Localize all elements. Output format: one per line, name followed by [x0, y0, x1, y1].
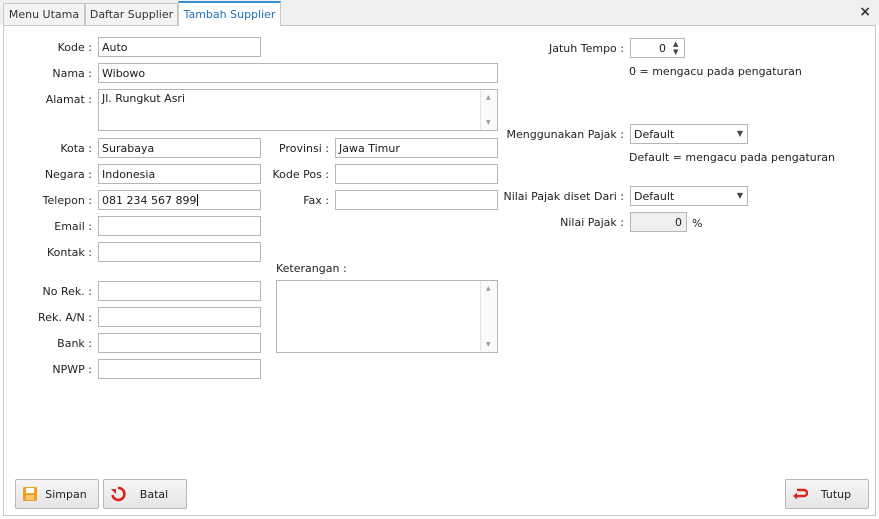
- nilai-pajak-value: 0: [675, 216, 682, 229]
- alamat-label: Alamat :: [45, 93, 92, 106]
- nilai-pajak-diset-dari-select[interactable]: Default ▼: [630, 186, 748, 206]
- spin-down-icon[interactable]: ▼: [673, 48, 678, 56]
- simpan-label: Simpan: [45, 487, 87, 501]
- kota-input[interactable]: Surabaya: [98, 138, 261, 158]
- kode-input[interactable]: Auto: [98, 37, 261, 57]
- nilai-pajak-diset-dari-value: Default: [634, 190, 675, 203]
- tab-menu-utama[interactable]: Menu Utama: [3, 3, 85, 25]
- simpan-button[interactable]: Simpan: [15, 479, 99, 509]
- no-rek-label: No Rek. :: [42, 285, 92, 298]
- nilai-pajak-input[interactable]: 0: [630, 212, 687, 232]
- nilai-pajak-diset-dari-label: Nilai Pajak diset Dari :: [503, 190, 624, 203]
- batal-button[interactable]: Batal: [103, 479, 187, 509]
- spinner-buttons[interactable]: ▲ ▼: [670, 39, 684, 57]
- no-rek-input[interactable]: [98, 281, 261, 301]
- keterangan-label: Keterangan :: [276, 262, 347, 275]
- kode-pos-input[interactable]: [335, 164, 498, 184]
- bank-input[interactable]: [98, 333, 261, 353]
- kode-label: Kode :: [57, 41, 92, 54]
- tutup-label: Tutup: [820, 487, 852, 501]
- bank-label: Bank :: [57, 337, 92, 350]
- keterangan-textarea[interactable]: ▲ ▼: [276, 280, 498, 353]
- alamat-scrollbar[interactable]: ▲ ▼: [480, 90, 497, 130]
- jatuh-tempo-hint: 0 = mengacu pada pengaturan: [629, 65, 802, 78]
- kontak-label: Kontak :: [47, 246, 92, 259]
- jatuh-tempo-spinner[interactable]: 0 ▲ ▼: [630, 38, 685, 58]
- keterangan-scrollbar[interactable]: ▲ ▼: [480, 281, 497, 352]
- chevron-down-icon[interactable]: ▼: [737, 191, 743, 200]
- nilai-pajak-label: Nilai Pajak :: [560, 216, 624, 229]
- jatuh-tempo-label: Jatuh Tempo :: [549, 42, 624, 55]
- menggunakan-pajak-select[interactable]: Default ▼: [630, 124, 748, 144]
- negara-label: Negara :: [44, 168, 92, 181]
- fax-input[interactable]: [335, 190, 498, 210]
- scroll-up-icon[interactable]: ▲: [486, 94, 491, 101]
- menggunakan-pajak-value: Default: [634, 128, 675, 141]
- alamat-textarea[interactable]: Jl. Rungkut Asri ▲ ▼: [98, 89, 498, 131]
- menggunakan-pajak-label: Menggunakan Pajak :: [506, 128, 624, 141]
- kode-pos-label: Kode Pos :: [272, 168, 329, 181]
- nama-input[interactable]: Wibowo: [98, 63, 498, 83]
- provinsi-input[interactable]: Jawa Timur: [335, 138, 498, 158]
- jatuh-tempo-value: 0: [659, 42, 666, 55]
- npwp-label: NPWP :: [52, 363, 92, 376]
- menggunakan-pajak-hint: Default = mengacu pada pengaturan: [629, 151, 836, 164]
- spin-up-icon[interactable]: ▲: [673, 40, 678, 48]
- fax-label: Fax :: [303, 194, 329, 207]
- kota-label: Kota :: [60, 142, 92, 155]
- chevron-down-icon[interactable]: ▼: [737, 129, 743, 138]
- tutup-button[interactable]: Tutup: [785, 479, 869, 509]
- close-tab-icon[interactable]: ×: [859, 4, 871, 20]
- alamat-text: Jl. Rungkut Asri: [102, 92, 186, 105]
- tab-tambah-supplier[interactable]: Tambah Supplier: [178, 1, 281, 26]
- scroll-up-icon[interactable]: ▲: [486, 285, 491, 292]
- scroll-down-icon[interactable]: ▼: [486, 119, 491, 126]
- tab-bar: Menu Utama Daftar Supplier Tambah Suppli…: [0, 0, 879, 26]
- email-label: Email :: [54, 220, 92, 233]
- kontak-input[interactable]: [98, 242, 261, 262]
- negara-input[interactable]: Indonesia: [98, 164, 261, 184]
- nama-label: Nama :: [52, 67, 92, 80]
- npwp-input[interactable]: [98, 359, 261, 379]
- batal-label: Batal: [139, 487, 169, 501]
- nilai-pajak-unit: %: [692, 217, 703, 230]
- tab-daftar-supplier[interactable]: Daftar Supplier: [85, 3, 178, 25]
- rek-an-input[interactable]: [98, 307, 261, 327]
- provinsi-label: Provinsi :: [279, 142, 329, 155]
- email-input[interactable]: [98, 216, 261, 236]
- telepon-label: Telepon :: [42, 194, 92, 207]
- scroll-down-icon[interactable]: ▼: [486, 341, 491, 348]
- rek-an-label: Rek. A/N :: [38, 311, 92, 324]
- telepon-input[interactable]: 081 234 567 899: [98, 190, 261, 210]
